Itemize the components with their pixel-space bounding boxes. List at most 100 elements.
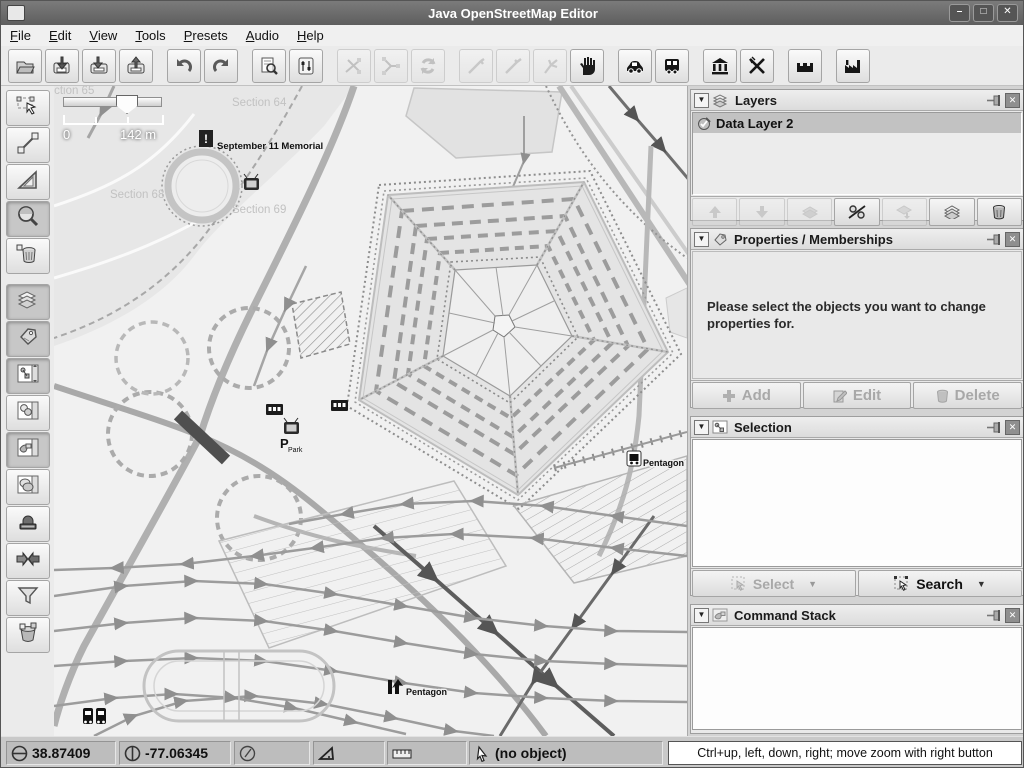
pan-button[interactable] bbox=[570, 49, 604, 83]
layers-pin-icon[interactable] bbox=[986, 94, 1002, 107]
menu-bar: File Edit View Tools Presets Audio Help bbox=[1, 25, 1024, 47]
command-stack-toggle-button[interactable] bbox=[6, 432, 50, 468]
layer-down-button[interactable] bbox=[739, 198, 784, 226]
relations-icon bbox=[15, 398, 41, 429]
command-stack-panel-title: Command Stack bbox=[734, 608, 836, 623]
merge-down-button[interactable] bbox=[882, 198, 927, 226]
map-label-memorial: September 11 Memorial bbox=[217, 141, 323, 152]
menu-edit[interactable]: Edit bbox=[40, 26, 80, 45]
combine-way-button[interactable] bbox=[374, 49, 408, 83]
command-stack-pin-icon[interactable] bbox=[986, 609, 1002, 622]
bus-icon-small-1 bbox=[83, 708, 93, 724]
search-dropdown-arrow[interactable]: ▼ bbox=[977, 579, 986, 589]
open-file-button[interactable] bbox=[8, 49, 42, 83]
factory-preset-button[interactable] bbox=[836, 49, 870, 83]
properties-collapse-button[interactable]: ▼ bbox=[694, 232, 709, 247]
command-stack-close-icon[interactable]: ✕ bbox=[1005, 608, 1020, 623]
selection-panel-header[interactable]: ▼ Selection ✕ bbox=[691, 417, 1023, 438]
layer-edit-icon bbox=[697, 116, 712, 131]
save-button[interactable] bbox=[45, 49, 79, 83]
properties-panel-title: Properties / Memberships bbox=[734, 232, 893, 247]
menu-audio[interactable]: Audio bbox=[237, 26, 288, 45]
close-button[interactable]: ✕ bbox=[997, 4, 1018, 22]
layers-collapse-button[interactable]: ▼ bbox=[694, 93, 709, 108]
menu-presets[interactable]: Presets bbox=[175, 26, 237, 45]
merge-nodes-button[interactable] bbox=[496, 49, 530, 83]
conflict-toggle-button[interactable] bbox=[6, 543, 50, 579]
purge-button[interactable] bbox=[533, 49, 567, 83]
refresh-button[interactable] bbox=[411, 49, 445, 83]
menu-help[interactable]: Help bbox=[288, 26, 333, 45]
select-button[interactable]: Select ▼ bbox=[692, 570, 856, 597]
layers-panel-header[interactable]: ▼ Layers ✕ bbox=[691, 90, 1023, 111]
split-way-button[interactable] bbox=[337, 49, 371, 83]
selection-panel: ▼ Selection ✕ Select ▼ Search ▼ bbox=[690, 416, 1024, 596]
relations-toggle-button[interactable] bbox=[6, 395, 50, 431]
hand-icon bbox=[576, 55, 598, 77]
tag-icon bbox=[15, 324, 41, 355]
command-stack-panel-header[interactable]: ▼ Command Stack ✕ bbox=[691, 605, 1023, 626]
select-tool-button[interactable] bbox=[6, 90, 50, 126]
selection-close-icon[interactable]: ✕ bbox=[1005, 420, 1020, 435]
unglue-button[interactable] bbox=[459, 49, 493, 83]
merge-layers-button[interactable] bbox=[787, 198, 832, 226]
latitude-icon bbox=[11, 745, 28, 762]
properties-message: Please select the objects you want to ch… bbox=[693, 252, 1021, 332]
search-objects-button[interactable] bbox=[252, 49, 286, 83]
draw-node-tool-button[interactable] bbox=[6, 127, 50, 163]
latitude-value: 38.87409 bbox=[32, 745, 90, 761]
zoom-slider[interactable] bbox=[63, 97, 162, 107]
map-canvas[interactable]: Section 65 Section 64 Section 68 Section… bbox=[54, 86, 687, 736]
castle-icon bbox=[794, 55, 816, 77]
undo-button[interactable] bbox=[167, 49, 201, 83]
delete-layer-button[interactable] bbox=[977, 198, 1022, 226]
car-preset-button[interactable] bbox=[618, 49, 652, 83]
maximize-button[interactable]: □ bbox=[973, 4, 994, 22]
delete-tool-button[interactable] bbox=[6, 238, 50, 274]
castle-preset-button[interactable] bbox=[788, 49, 822, 83]
add-button[interactable]: Add bbox=[692, 382, 801, 409]
properties-toggle-button[interactable] bbox=[6, 321, 50, 357]
layers-toggle-button[interactable] bbox=[6, 284, 50, 320]
layers-close-icon[interactable]: ✕ bbox=[1005, 93, 1020, 108]
history-toggle-button[interactable] bbox=[6, 506, 50, 542]
menu-tools[interactable]: Tools bbox=[126, 26, 174, 45]
menu-file[interactable]: File bbox=[1, 26, 40, 45]
properties-close-icon[interactable]: ✕ bbox=[1005, 232, 1020, 247]
properties-panel-header[interactable]: ▼ Properties / Memberships ✕ bbox=[691, 229, 1023, 250]
styles-toggle-button[interactable] bbox=[6, 469, 50, 505]
menu-view[interactable]: View bbox=[80, 26, 126, 45]
edit-button[interactable]: Edit bbox=[803, 382, 912, 409]
selection-collapse-button[interactable]: ▼ bbox=[694, 420, 709, 435]
restaurant-preset-button[interactable] bbox=[740, 49, 774, 83]
show-hide-layer-button[interactable] bbox=[834, 198, 879, 226]
selection-toggle-button[interactable] bbox=[6, 358, 50, 394]
download-button[interactable] bbox=[82, 49, 116, 83]
preferences-button[interactable] bbox=[289, 49, 323, 83]
minimize-button[interactable]: – bbox=[949, 4, 970, 22]
selection-pin-icon[interactable] bbox=[986, 421, 1002, 434]
duplicate-layer-button[interactable] bbox=[929, 198, 974, 226]
measure-tool-button[interactable] bbox=[6, 164, 50, 200]
title-bar[interactable]: Java OpenStreetMap Editor – □ ✕ bbox=[1, 1, 1024, 25]
upload-icon bbox=[125, 55, 147, 77]
upload-button[interactable] bbox=[119, 49, 153, 83]
command-stack-collapse-button[interactable]: ▼ bbox=[694, 608, 709, 623]
redo-button[interactable] bbox=[204, 49, 238, 83]
layer-row[interactable]: Data Layer 2 bbox=[693, 113, 1021, 133]
delete-button[interactable]: Delete bbox=[913, 382, 1022, 409]
search-button[interactable]: Search ▼ bbox=[858, 570, 1022, 597]
bus-icon-small-2 bbox=[96, 708, 106, 724]
filter-toggle-button[interactable] bbox=[6, 580, 50, 616]
properties-pin-icon[interactable] bbox=[986, 233, 1002, 246]
bus-preset-button[interactable] bbox=[655, 49, 689, 83]
bank-preset-button[interactable] bbox=[703, 49, 737, 83]
download-icon bbox=[88, 55, 110, 77]
selection-list[interactable] bbox=[692, 439, 1022, 567]
layer-up-button[interactable] bbox=[692, 198, 737, 226]
changeset-toggle-button[interactable] bbox=[6, 617, 50, 653]
zoom-tool-button[interactable] bbox=[6, 201, 50, 237]
command-stack-list[interactable] bbox=[692, 627, 1022, 730]
map-label-section64: Section 64 bbox=[232, 97, 287, 109]
select-dropdown-arrow[interactable]: ▼ bbox=[808, 579, 817, 589]
